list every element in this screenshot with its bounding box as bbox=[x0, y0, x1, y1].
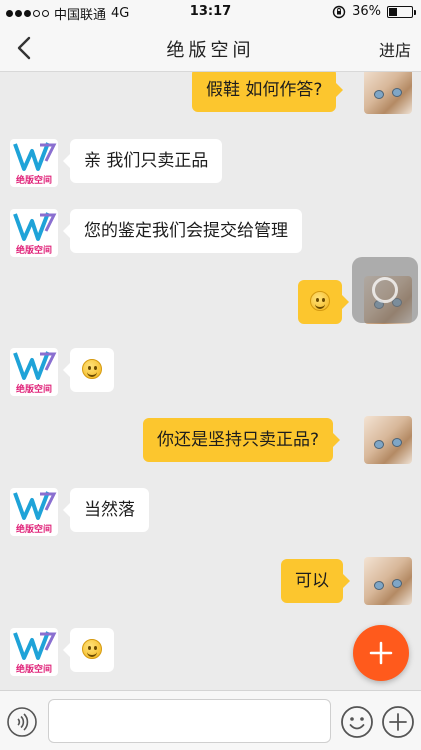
shop-avatar[interactable]: 绝版空间 bbox=[10, 628, 58, 676]
chat-area[interactable]: 假鞋 如何作答? 绝版空间 亲 我们只卖正品 绝版空间 您的鉴定我们会提交给管理 bbox=[0, 72, 421, 690]
shop-logo-text: 绝版空间 bbox=[16, 663, 52, 675]
shop-avatar[interactable]: 绝版空间 bbox=[10, 139, 58, 187]
voice-icon[interactable] bbox=[6, 706, 38, 738]
shop-message-bubble[interactable]: 您的鉴定我们会提交给管理 bbox=[63, 209, 302, 253]
user-avatar[interactable] bbox=[364, 416, 412, 464]
shop-avatar[interactable]: 绝版空间 bbox=[10, 488, 58, 536]
navigation-bar: 绝版空间 进店 bbox=[0, 24, 421, 72]
message-text: 假鞋 如何作答? bbox=[206, 80, 323, 100]
user-message-bubble[interactable]: 你还是坚持只卖正品? bbox=[143, 418, 341, 462]
message-text: 可以 bbox=[295, 571, 329, 591]
shop-logo-icon: 绝版空间 bbox=[13, 491, 57, 535]
smiley-face-icon[interactable] bbox=[340, 705, 374, 739]
plus-icon bbox=[369, 641, 393, 665]
user-message-bubble[interactable] bbox=[298, 280, 349, 324]
shop-avatar[interactable]: 绝版空间 bbox=[10, 209, 58, 257]
rotation-lock-icon bbox=[332, 5, 346, 18]
shop-logo-icon: 绝版空间 bbox=[13, 631, 57, 675]
user-avatar[interactable] bbox=[364, 557, 412, 605]
message-text: 你还是坚持只卖正品? bbox=[157, 430, 320, 450]
shop-avatar[interactable]: 绝版空间 bbox=[10, 348, 58, 396]
user-avatar[interactable] bbox=[364, 72, 412, 114]
message-input-bar bbox=[0, 690, 421, 750]
smiley-emoji-icon bbox=[82, 358, 102, 379]
shop-message-bubble[interactable]: 当然落 bbox=[63, 488, 149, 532]
shop-message-bubble[interactable] bbox=[63, 628, 114, 672]
shop-logo-icon: 绝版空间 bbox=[13, 351, 57, 395]
page-title: 绝版空间 bbox=[166, 40, 255, 61]
shop-logo-icon: 绝版空间 bbox=[13, 212, 57, 256]
battery-icon bbox=[387, 5, 416, 18]
enter-shop-button[interactable]: 进店 bbox=[379, 37, 411, 61]
shop-logo-text: 绝版空间 bbox=[16, 174, 52, 186]
status-bar: 中国联通 4G 13:17 36% bbox=[0, 0, 421, 24]
plus-circle-icon[interactable] bbox=[381, 705, 415, 739]
shop-logo-text: 绝版空间 bbox=[16, 523, 52, 535]
smiley-emoji-icon bbox=[82, 638, 102, 659]
user-message-bubble[interactable]: 假鞋 如何作答? bbox=[192, 72, 344, 112]
battery-level bbox=[389, 7, 397, 16]
status-right: 36% bbox=[332, 4, 416, 19]
shop-message-bubble[interactable]: 亲 我们只卖正品 bbox=[62, 139, 223, 183]
avatar-press-overlay bbox=[352, 257, 418, 323]
shop-logo-text: 绝版空间 bbox=[16, 383, 52, 395]
message-text: 您的鉴定我们会提交给管理 bbox=[84, 221, 288, 241]
loading-ring-icon bbox=[372, 277, 398, 303]
user-message-bubble[interactable]: 可以 bbox=[281, 559, 350, 603]
shop-logo-text: 绝版空间 bbox=[16, 244, 52, 256]
message-text: 当然落 bbox=[84, 500, 135, 520]
battery-percent: 36% bbox=[352, 4, 381, 19]
smiley-emoji-icon bbox=[310, 290, 330, 311]
message-text: 亲 我们只卖正品 bbox=[84, 151, 209, 171]
shop-logo-icon: 绝版空间 bbox=[13, 142, 57, 186]
message-input[interactable] bbox=[48, 699, 331, 743]
floating-add-button[interactable] bbox=[353, 625, 409, 681]
shop-message-bubble[interactable] bbox=[63, 348, 114, 392]
